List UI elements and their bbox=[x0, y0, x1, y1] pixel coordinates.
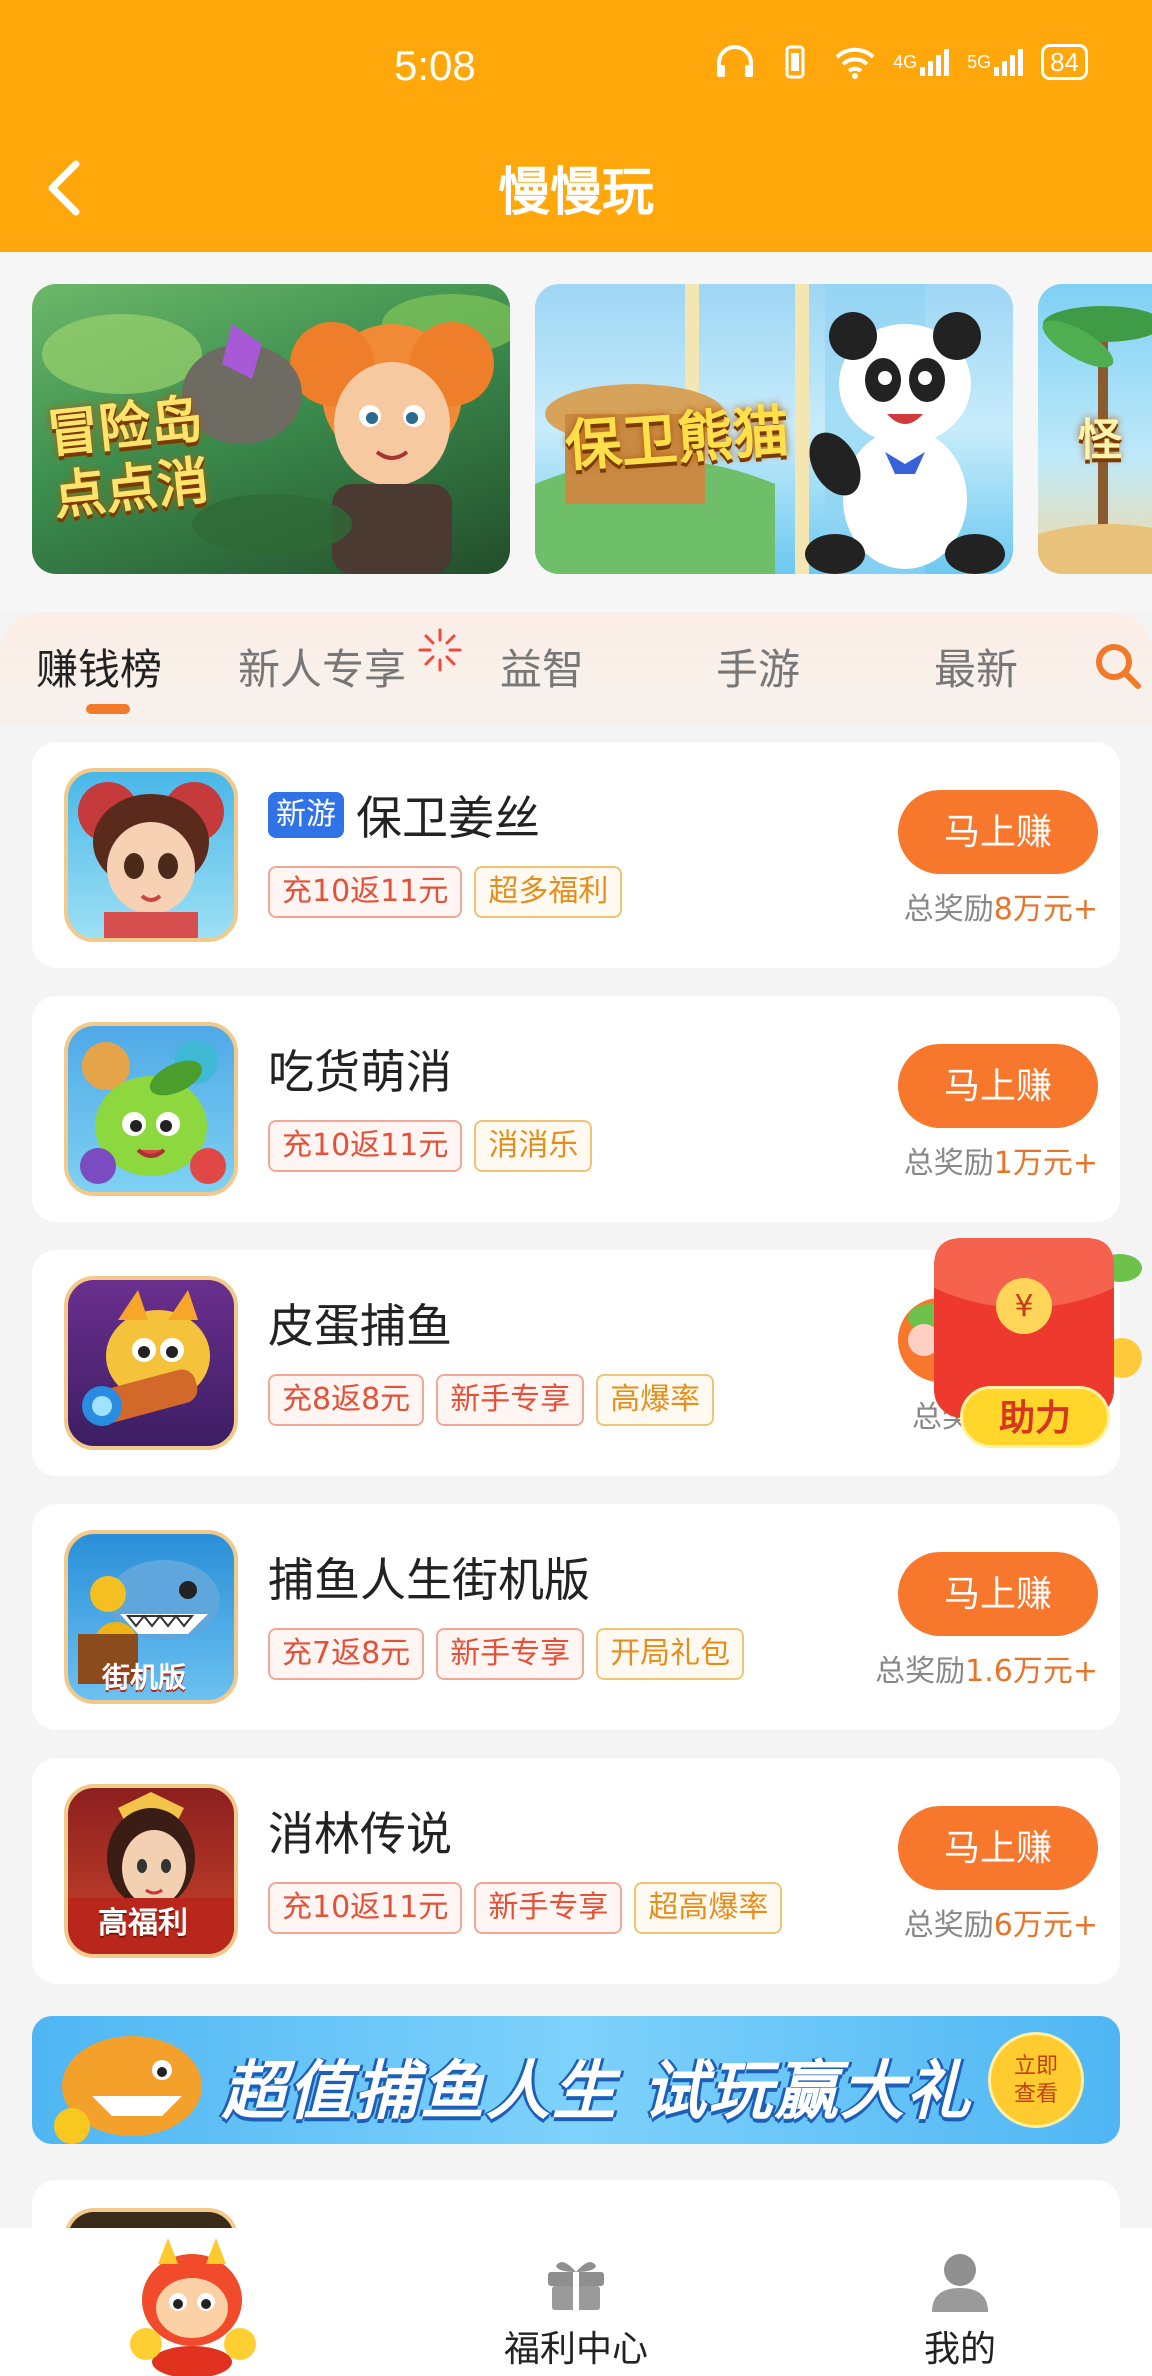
status-time: 5:08 bbox=[394, 42, 476, 89]
tag: 新手专享 bbox=[436, 1628, 585, 1680]
game-icon: 街机版 bbox=[64, 1530, 238, 1704]
gift-icon bbox=[548, 2262, 604, 2310]
tag: 充8返8元 bbox=[268, 1374, 425, 1426]
battery-indicator: 84 bbox=[1041, 44, 1088, 80]
vibrate-icon bbox=[773, 45, 817, 79]
sparkle-icon bbox=[418, 628, 462, 672]
banner-item-adventure[interactable]: 冒险岛点点消 bbox=[32, 284, 510, 574]
nav-home[interactable] bbox=[0, 2228, 384, 2376]
game-icon bbox=[64, 1276, 238, 1450]
shark-mascot-art bbox=[54, 2036, 202, 2144]
promo-banner[interactable]: 超值捕鱼人生 试玩赢大礼 立即 查看 bbox=[32, 2016, 1120, 2144]
game-card[interactable]: 吃货萌消 充10返11元 消消乐 马上赚 总奖励1万元+ bbox=[32, 996, 1120, 1222]
total-reward: 总奖励6万元+ bbox=[903, 1908, 1098, 1943]
tab-newcomer[interactable]: 新人专享 bbox=[238, 628, 462, 697]
signal-4g-icon: 4G bbox=[893, 45, 951, 79]
tag: 消消乐 bbox=[474, 1120, 593, 1172]
game-tags: 充7返8元 新手专享 开局礼包 bbox=[268, 1628, 745, 1680]
game-title: 消林传说 bbox=[268, 1807, 452, 1861]
floating-red-packet[interactable]: ¥ 助力 bbox=[900, 1208, 1150, 1458]
game-icon: 高福利 bbox=[64, 1784, 238, 1958]
tab-latest[interactable]: 最新 bbox=[934, 636, 1018, 697]
banner-item-panda[interactable]: 保卫熊猫 bbox=[535, 284, 1013, 574]
nav-label: 我的 bbox=[923, 2329, 996, 2370]
tab-puzzle[interactable]: 益智 bbox=[500, 636, 584, 697]
banner-label: 保卫熊猫 bbox=[563, 399, 792, 480]
banner-label: 冒险岛点点消 bbox=[44, 389, 213, 528]
tab-earn-ranking[interactable]: 赚钱榜 bbox=[36, 636, 162, 697]
nav-profile[interactable]: 我的 bbox=[768, 2228, 1152, 2376]
tab-mobile-games[interactable]: 手游 bbox=[716, 636, 800, 697]
wifi-icon bbox=[833, 45, 877, 79]
total-reward: 总奖励1万元+ bbox=[903, 1146, 1098, 1181]
nav-welfare-center[interactable]: 福利中心 bbox=[384, 2228, 768, 2376]
status-icons: 4G 5G 84 bbox=[713, 44, 1088, 80]
game-card[interactable]: 街机版 捕鱼人生街机版 充7返8元 新手专享 开局礼包 马上赚 总奖励1.6万元… bbox=[32, 1504, 1120, 1730]
game-name: 捕鱼人生街机版 bbox=[268, 1544, 590, 1610]
assist-button[interactable]: 助力 bbox=[960, 1386, 1110, 1448]
tag: 充7返8元 bbox=[268, 1628, 425, 1680]
game-title: 吃货萌消 bbox=[268, 1045, 452, 1099]
game-name: 吃货萌消 bbox=[268, 1036, 452, 1102]
search-button[interactable] bbox=[1092, 640, 1144, 692]
dragon-mascot-icon bbox=[130, 2238, 256, 2376]
page-title: 慢慢玩 bbox=[497, 163, 654, 223]
banner-item-third[interactable]: 怪 bbox=[1038, 284, 1152, 574]
promo-headline: 超值捕鱼人生 试玩赢大礼 bbox=[222, 2055, 973, 2129]
tag: 超多福利 bbox=[474, 866, 623, 918]
game-icon bbox=[64, 1022, 238, 1196]
svg-text:¥: ¥ bbox=[1014, 1289, 1033, 1324]
banner-label: 怪 bbox=[1078, 415, 1122, 466]
earn-now-button[interactable]: 马上赚 bbox=[898, 1552, 1098, 1636]
tag: 充10返11元 bbox=[268, 1882, 463, 1934]
earn-now-button[interactable]: 马上赚 bbox=[898, 790, 1098, 874]
game-name: 消林传说 bbox=[268, 1798, 452, 1864]
tag: 新手专享 bbox=[436, 1374, 585, 1426]
earn-now-button[interactable]: 马上赚 bbox=[898, 1044, 1098, 1128]
signal-5g-icon: 5G bbox=[967, 45, 1025, 79]
icon-caption: 高福利 bbox=[98, 1906, 188, 1941]
tag: 充10返11元 bbox=[268, 1120, 463, 1172]
tag: 超高爆率 bbox=[634, 1882, 783, 1934]
total-reward: 总奖励1.6万元+ bbox=[875, 1654, 1098, 1689]
promo-view-button[interactable]: 立即 查看 bbox=[988, 2032, 1084, 2128]
game-name: 皮蛋捕鱼 bbox=[268, 1290, 452, 1356]
search-icon bbox=[1096, 644, 1141, 689]
game-tags: 充10返11元 新手专享 超高爆率 bbox=[268, 1882, 783, 1934]
tag: 高爆率 bbox=[596, 1374, 715, 1426]
game-card[interactable]: 高福利 消林传说 充10返11元 新手专享 超高爆率 马上赚 总奖励6万元+ bbox=[32, 1758, 1120, 1984]
category-tabs: 赚钱榜 新人专享 益智 手游 最新 bbox=[0, 612, 1152, 724]
tag: 新手专享 bbox=[474, 1882, 623, 1934]
user-icon bbox=[932, 2254, 988, 2312]
game-card[interactable]: 新游 保卫姜丝 充10返11元 超多福利 马上赚 总奖励8万元+ bbox=[32, 742, 1120, 968]
app-header: 5:08 4G 5G 84 慢慢玩 bbox=[0, 0, 1152, 252]
game-icon bbox=[64, 768, 238, 942]
game-tags: 充8返8元 新手专享 高爆率 bbox=[268, 1374, 715, 1426]
game-name: 新游 保卫姜丝 bbox=[268, 782, 540, 848]
bottom-navigation: 福利中心 我的 bbox=[0, 2228, 1152, 2376]
nav-label: 福利中心 bbox=[503, 2329, 648, 2370]
tag: 开局礼包 bbox=[596, 1628, 745, 1680]
total-reward: 总奖励8万元+ bbox=[903, 892, 1098, 927]
tab-newcomer-label: 新人专享 bbox=[238, 645, 407, 694]
active-tab-indicator bbox=[86, 704, 130, 714]
game-title: 皮蛋捕鱼 bbox=[268, 1299, 452, 1353]
new-game-badge: 新游 bbox=[268, 792, 344, 838]
game-title: 捕鱼人生街机版 bbox=[268, 1553, 590, 1607]
game-title: 保卫姜丝 bbox=[356, 791, 540, 845]
tag: 充10返11元 bbox=[268, 866, 463, 918]
earn-now-button[interactable]: 马上赚 bbox=[898, 1806, 1098, 1890]
game-tags: 充10返11元 超多福利 bbox=[268, 866, 623, 918]
headphones-icon bbox=[713, 45, 757, 79]
game-tags: 充10返11元 消消乐 bbox=[268, 1120, 593, 1172]
icon-caption: 街机版 bbox=[102, 1661, 187, 1694]
banner-carousel[interactable]: 冒险岛点点消 保卫熊猫 怪 bbox=[0, 252, 1152, 612]
